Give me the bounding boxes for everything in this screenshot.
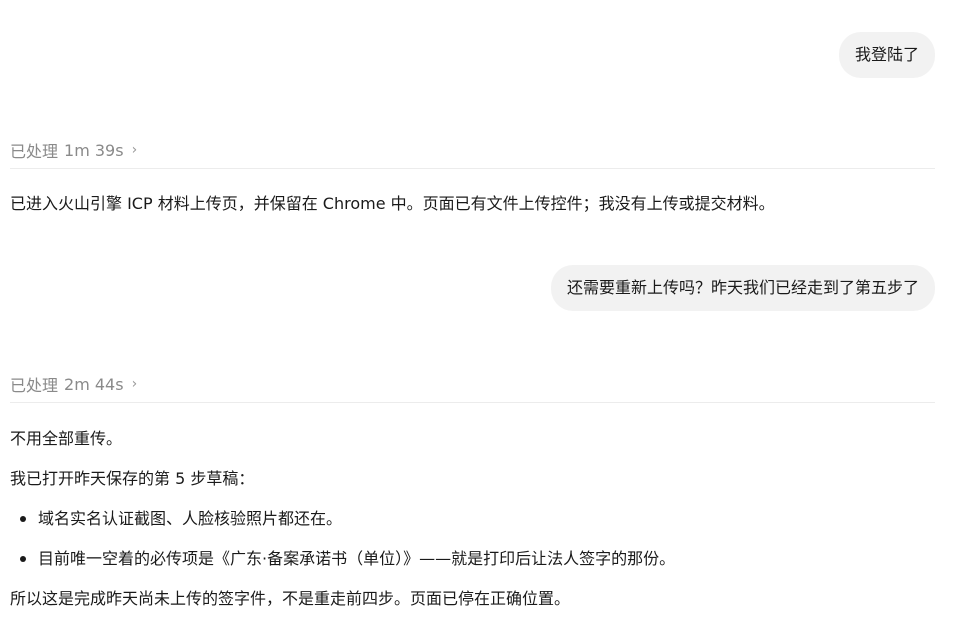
assistant-message-text: 已进入火山引擎 ICP 材料上传页，并保留在 Chrome 中。页面已有文件上传… [10, 194, 775, 213]
assistant-bullet-list: 域名实名认证截图、人脸核验照片都还在。 目前唯一空着的必传项是《广东·备案承诺书… [10, 508, 675, 588]
user-message-bubble: 还需要重新上传吗？昨天我们已经走到了第五步了 [550, 265, 935, 311]
bullet-dot-icon [20, 516, 26, 522]
chevron-right-icon: › [131, 376, 138, 392]
bullet-item: 域名实名认证截图、人脸核验照片都还在。 [10, 508, 675, 548]
processed-duration: 2m 44s [64, 374, 124, 394]
bullet-item: 目前唯一空着的必传项是《广东·备案承诺书（单位）》——就是打印后让法人签字的那份… [10, 548, 675, 588]
processed-toggle[interactable]: 已处理 2m 44s › [10, 366, 935, 403]
chevron-right-icon: › [131, 142, 138, 158]
user-message-text: 还需要重新上传吗？昨天我们已经走到了第五步了 [566, 278, 919, 297]
assistant-message-line: 我已打开昨天保存的第 5 步草稿： [10, 469, 255, 488]
user-message-text: 我登陆了 [854, 45, 919, 64]
processed-toggle[interactable]: 已处理 1m 39s › [10, 132, 935, 169]
processed-label: 已处理 [10, 376, 59, 395]
bullet-text: 目前唯一空着的必传项是《广东·备案承诺书（单位）》——就是打印后让法人签字的那份… [38, 549, 676, 568]
assistant-message-line: 所以这是完成昨天尚未上传的签字件，不是重走前四步。页面已停在正确位置。 [10, 589, 571, 608]
assistant-message-line: 不用全部重传。 [10, 429, 123, 448]
bullet-dot-icon [20, 556, 26, 562]
processed-duration: 1m 39s [64, 140, 124, 160]
chat-transcript: 我登陆了 已处理 1m 39s › 已进入火山引擎 ICP 材料上传页，并保留在… [0, 0, 960, 635]
bullet-text: 域名实名认证截图、人脸核验照片都还在。 [38, 509, 343, 528]
processed-label: 已处理 [10, 142, 59, 161]
user-message-bubble: 我登陆了 [838, 32, 935, 78]
